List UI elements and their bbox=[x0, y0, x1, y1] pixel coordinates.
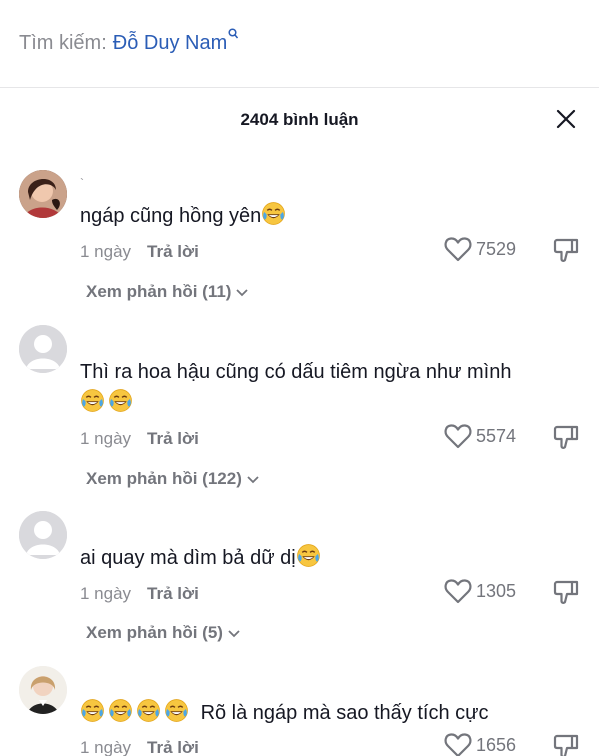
view-replies-label: Xem phản hồi (122) bbox=[86, 469, 242, 488]
comment-meta: 1 ngày Trả lời bbox=[80, 584, 199, 604]
like-count: 1656 bbox=[476, 734, 517, 755]
like-count: 7529 bbox=[476, 238, 517, 259]
laughing-crying-emoji bbox=[108, 388, 133, 413]
search-icon[interactable] bbox=[228, 27, 239, 40]
close-icon[interactable] bbox=[555, 108, 577, 130]
dislike-icon[interactable] bbox=[552, 578, 580, 606]
comment-meta: 1 ngày Trả lời bbox=[80, 242, 199, 262]
reply-button[interactable]: Trả lời bbox=[147, 738, 199, 756]
comment-text-body: ngáp cũng hồng yên bbox=[80, 205, 262, 227]
avatar[interactable] bbox=[19, 511, 67, 559]
comment-text: Thì ra hoa hậu cũng có dấu tiêm ngừa như… bbox=[80, 357, 580, 419]
comment-text-body: Rõ là ngáp mà sao thấy tích cực bbox=[200, 702, 489, 724]
view-replies-label: Xem phản hồi (5) bbox=[86, 623, 223, 642]
chevron-down-icon bbox=[228, 630, 240, 638]
avatar[interactable] bbox=[19, 170, 67, 218]
search-bar[interactable]: Tìm kiếm: Đỗ Duy Nam bbox=[0, 0, 599, 88]
like-count: 5574 bbox=[476, 425, 517, 446]
comment-meta: 1 ngày Trả lời bbox=[80, 738, 199, 756]
comment-meta: 1 ngày Trả lời bbox=[80, 429, 199, 449]
laughing-crying-emoji bbox=[108, 698, 133, 723]
laughing-crying-emoji bbox=[136, 698, 161, 723]
comment-time: 1 ngày bbox=[80, 429, 132, 448]
heart-icon[interactable] bbox=[444, 578, 472, 604]
dislike-icon[interactable] bbox=[552, 732, 580, 756]
comments-header: 2404 bình luận bbox=[0, 88, 599, 152]
laughing-crying-emoji bbox=[80, 698, 105, 723]
like-button[interactable]: 1305 bbox=[444, 578, 516, 604]
reply-button[interactable]: Trả lời bbox=[147, 242, 199, 262]
comment-time: 1 ngày bbox=[80, 738, 132, 756]
reply-button[interactable]: Trả lời bbox=[147, 584, 199, 604]
heart-icon[interactable] bbox=[444, 732, 472, 756]
comment-text-body: ai quay mà dìm bả dữ dị bbox=[80, 547, 296, 569]
chevron-down-icon bbox=[247, 476, 259, 484]
view-replies-button[interactable]: Xem phản hồi (5) bbox=[86, 623, 240, 643]
laughing-crying-emoji bbox=[296, 543, 321, 568]
comment-text: Rõ là ngáp mà sao thấy tích cực bbox=[80, 698, 580, 729]
comment-text-body: Thì ra hoa hậu cũng có dấu tiêm ngừa như… bbox=[80, 361, 512, 383]
comment-time: 1 ngày bbox=[80, 584, 132, 603]
heart-icon[interactable] bbox=[444, 236, 472, 262]
avatar[interactable] bbox=[19, 666, 67, 714]
laughing-crying-emoji bbox=[80, 388, 105, 413]
comment-count-title: 2404 bình luận bbox=[240, 110, 359, 129]
reply-button[interactable]: Trả lời bbox=[147, 429, 199, 449]
laughing-crying-emoji bbox=[164, 698, 189, 723]
avatar[interactable] bbox=[19, 325, 67, 373]
view-replies-button[interactable]: Xem phản hồi (11) bbox=[86, 282, 248, 302]
search-prefix: Tìm kiếm: bbox=[19, 32, 107, 54]
comment-text: ai quay mà dìm bả dữ dị bbox=[80, 543, 580, 574]
dislike-icon[interactable] bbox=[552, 236, 580, 264]
laughing-crying-emoji bbox=[261, 201, 286, 226]
view-replies-label: Xem phản hồi (11) bbox=[86, 282, 232, 301]
comment-username[interactable]: ` bbox=[80, 176, 84, 190]
chevron-down-icon bbox=[236, 289, 248, 297]
like-button[interactable]: 5574 bbox=[444, 423, 516, 449]
like-button[interactable]: 7529 bbox=[444, 236, 516, 262]
comment-time: 1 ngày bbox=[80, 242, 132, 261]
like-count: 1305 bbox=[476, 580, 517, 601]
comment-text: ngáp cũng hồng yên bbox=[80, 201, 580, 232]
view-replies-button[interactable]: Xem phản hồi (122) bbox=[86, 469, 259, 489]
like-button[interactable]: 1656 bbox=[444, 732, 516, 756]
heart-icon[interactable] bbox=[444, 423, 472, 449]
search-term[interactable]: Đỗ Duy Nam bbox=[113, 32, 227, 55]
dislike-icon[interactable] bbox=[552, 423, 580, 451]
